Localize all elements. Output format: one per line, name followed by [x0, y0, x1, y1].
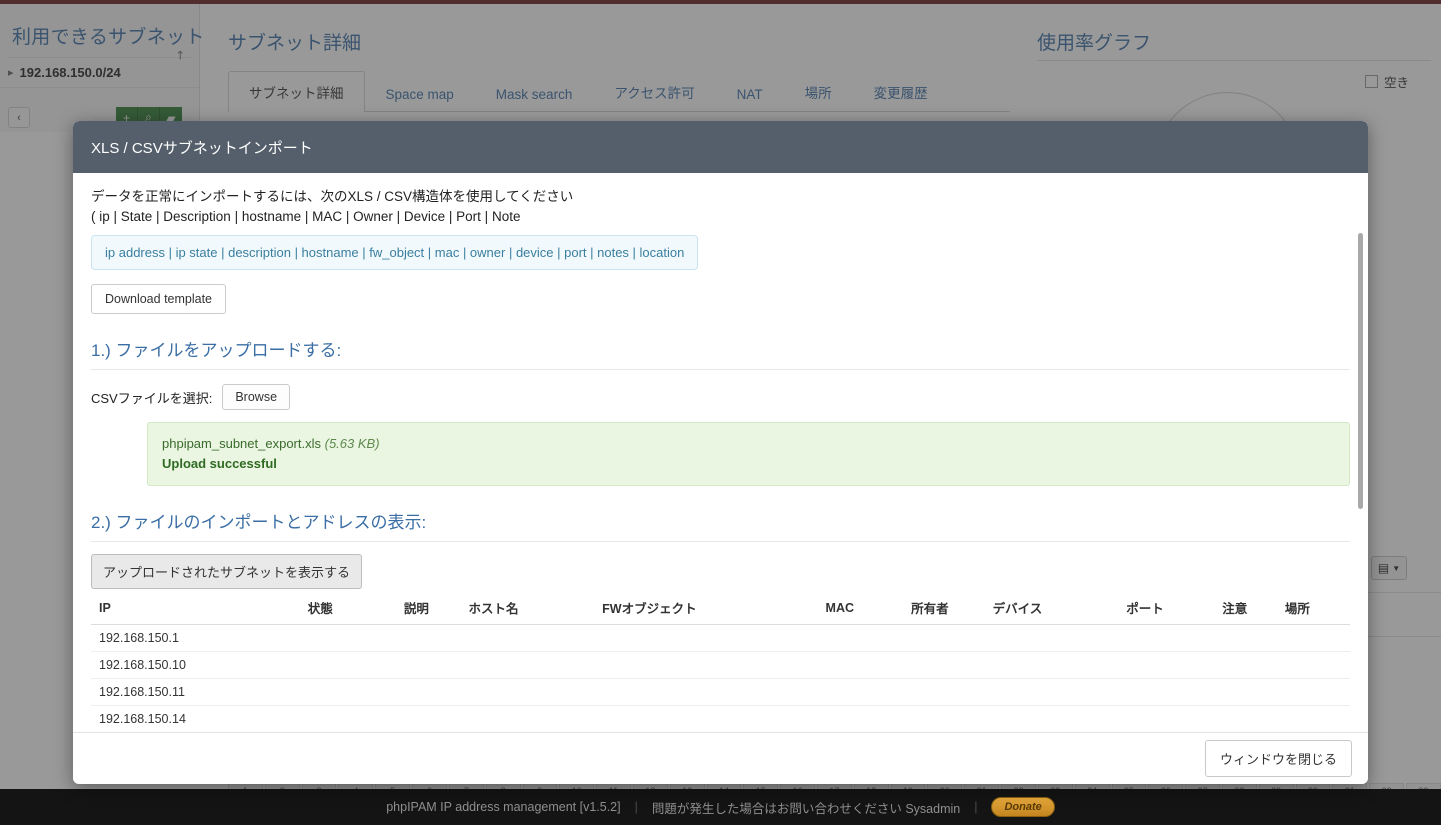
table-cell — [460, 624, 595, 652]
table-cell — [1214, 678, 1277, 706]
csv-structure-hint: ip address | ip state | description | ho… — [91, 235, 699, 270]
uploaded-file-name: phpipam_subnet_export.xls — [162, 436, 321, 451]
table-body: 192.168.150.1 192.168.150.10 192.168.150.1… — [91, 624, 1350, 732]
import-description-line-2: ( ip | State | Description | hostname | … — [91, 209, 521, 224]
modal-body: データを正常にインポートするには、次のXLS / CSV構造体を使用してください… — [73, 173, 1368, 732]
table-header-cell: 場所 — [1276, 593, 1350, 625]
table-header-cell: MAC — [817, 593, 904, 625]
table-cell — [1214, 624, 1277, 652]
table-cell — [1118, 651, 1215, 679]
table-cell: 192.168.150.1 — [91, 624, 300, 652]
table-header-row: IP 状態 説明 ホスト名 FWオブジェクト MAC 所有者 デバイス ポート 注意 場所 — [91, 593, 1350, 625]
table-cell — [903, 624, 985, 652]
table-header-cell: 状態 — [299, 593, 396, 625]
table-cell — [1214, 705, 1277, 732]
imported-addresses-table: IP 状態 説明 ホスト名 FWオブジェクト MAC 所有者 デバイス ポート 注意 場所 192.… — [91, 593, 1350, 732]
import-subnet-modal: XLS / CSVサブネットインポート データを正常にインポートするには、次のX… — [73, 121, 1368, 784]
table-cell — [903, 678, 985, 706]
table-cell — [299, 678, 396, 706]
table-cell — [460, 678, 595, 706]
table-cell — [395, 705, 461, 732]
table-header-cell: 所有者 — [903, 593, 985, 625]
browse-button[interactable]: Browse — [222, 384, 291, 410]
table-cell — [594, 678, 818, 706]
table-row[interactable]: 192.168.150.1 — [91, 624, 1350, 652]
modal-title: XLS / CSVサブネットインポート — [91, 139, 313, 157]
table-cell — [817, 651, 904, 679]
table-cell — [984, 678, 1119, 706]
table-cell — [395, 624, 461, 652]
upload-success-alert: phpipam_subnet_export.xls (5.63 KB) Uplo… — [147, 422, 1350, 486]
table-header-cell: 説明 — [395, 593, 461, 625]
table-head: IP 状態 説明 ホスト名 FWオブジェクト MAC 所有者 デバイス ポート 注意 場所 — [91, 593, 1350, 625]
table-cell: 192.168.150.10 — [91, 651, 300, 679]
import-description-line-1: データを正常にインポートするには、次のXLS / CSV構造体を使用してください — [91, 189, 574, 204]
footer-separator-1: | — [634, 800, 638, 814]
table-cell: 192.168.150.11 — [91, 678, 300, 706]
table-cell — [984, 624, 1119, 652]
upload-status-text: Upload successful — [162, 456, 277, 471]
table-cell — [984, 651, 1119, 679]
table-row[interactable]: 192.168.150.14 — [91, 705, 1350, 732]
table-cell — [1276, 624, 1350, 652]
close-window-button[interactable]: ウィンドウを閉じる — [1204, 740, 1352, 777]
table-header-cell: IP — [91, 593, 300, 625]
table-header-cell: ポート — [1118, 593, 1215, 625]
file-upload-row: CSVファイルを選択: Browse — [91, 384, 1350, 410]
table-header-cell: 注意 — [1214, 593, 1277, 625]
table-cell — [817, 678, 904, 706]
donate-button[interactable]: Donate — [991, 797, 1055, 817]
step-2-title: 2.) ファイルのインポートとアドレスの表示: — [91, 508, 1350, 542]
table-cell — [903, 705, 985, 732]
footer-product: phpIPAM IP address management [v1.5.2] — [386, 800, 621, 814]
table-cell — [1276, 705, 1350, 732]
table-cell — [460, 705, 595, 732]
table-row[interactable]: 192.168.150.10 — [91, 651, 1350, 679]
show-uploaded-subnets-button[interactable]: アップロードされたサブネットを表示する — [91, 554, 363, 589]
table-cell — [299, 705, 396, 732]
table-cell — [395, 678, 461, 706]
table-cell — [395, 651, 461, 679]
table-cell — [1118, 624, 1215, 652]
table-cell — [594, 651, 818, 679]
table-cell — [1118, 705, 1215, 732]
modal-scrollbar[interactable] — [1358, 233, 1363, 509]
footer-contact: 問題が発生した場合はお問い合わせください Sysadmin — [651, 801, 961, 816]
table-header-cell: FWオブジェクト — [594, 593, 818, 625]
table-cell — [460, 651, 595, 679]
table-header-cell: ホスト名 — [460, 593, 595, 625]
table-cell — [299, 651, 396, 679]
page-footer: phpIPAM IP address management [v1.5.2] |… — [0, 789, 1441, 825]
table-cell — [299, 624, 396, 652]
download-template-button[interactable]: Download template — [91, 284, 227, 314]
csv-file-label: CSVファイルを選択: — [91, 390, 213, 406]
table-cell — [1276, 678, 1350, 706]
table-cell — [1276, 651, 1350, 679]
table-cell — [817, 705, 904, 732]
table-cell — [1214, 651, 1277, 679]
table-cell — [594, 705, 818, 732]
table-cell — [903, 651, 985, 679]
uploaded-file-size: (5.63 KB) — [324, 436, 380, 451]
table-row[interactable]: 192.168.150.11 — [91, 678, 1350, 706]
table-header-cell: デバイス — [984, 593, 1119, 625]
step-1-title: 1.) ファイルをアップロードする: — [91, 336, 1350, 370]
footer-separator-2: | — [974, 800, 978, 814]
table-cell — [594, 624, 818, 652]
modal-header: XLS / CSVサブネットインポート — [73, 121, 1368, 173]
modal-footer: ウィンドウを閉じる — [73, 732, 1368, 784]
table-cell — [1118, 678, 1215, 706]
table-cell: 192.168.150.14 — [91, 705, 300, 732]
table-cell — [984, 705, 1119, 732]
table-cell — [817, 624, 904, 652]
